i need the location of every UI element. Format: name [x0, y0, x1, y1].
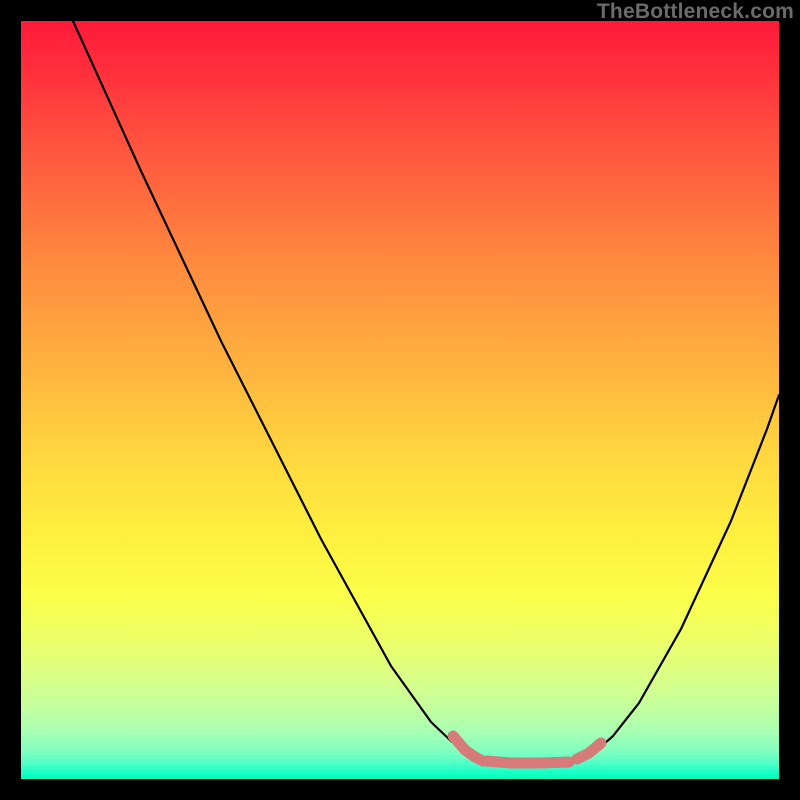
chart-plot-area — [21, 21, 779, 779]
trough-overlay-right — [577, 743, 601, 759]
trough-overlay-mid — [487, 761, 569, 763]
chart-svg — [21, 21, 779, 779]
trough-overlay-left — [453, 736, 483, 761]
curve-line — [73, 21, 779, 762]
